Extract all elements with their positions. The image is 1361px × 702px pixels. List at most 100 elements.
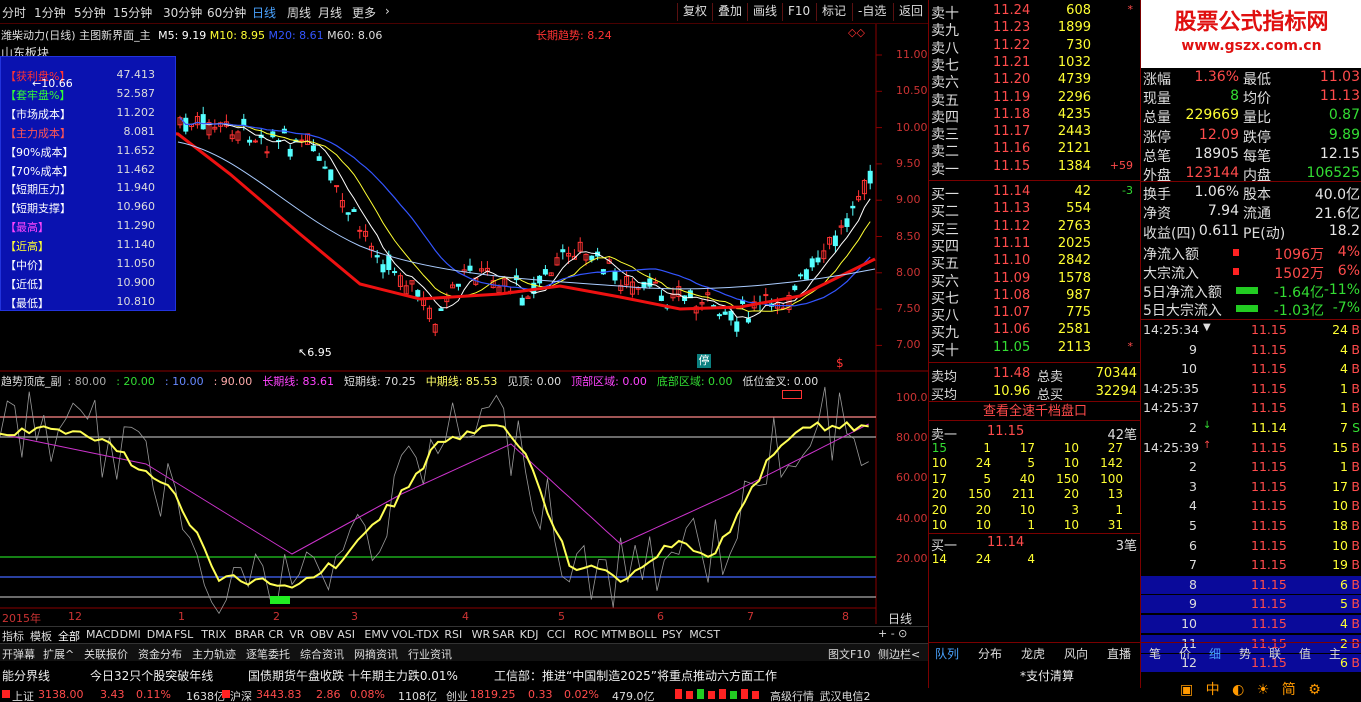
detail-tab-4[interactable]: 联 xyxy=(1269,645,1281,662)
tick-volume: 18 xyxy=(1332,518,1348,533)
fast-orderbook-button[interactable]: 查看全速千档盘口 xyxy=(929,401,1141,421)
news-item-4[interactable]: *支付清算 xyxy=(1020,667,1074,684)
zoom-buttons[interactable]: + - ⊙ xyxy=(878,627,907,640)
toolbar-btn-5[interactable]: -自选 xyxy=(852,3,886,21)
function-tab-6[interactable]: 综合资讯 xyxy=(300,646,344,662)
flow-row: 5日净流入额 -1.64亿 -11% xyxy=(1141,281,1361,301)
indicator-tab-18[interactable]: KDJ xyxy=(520,628,539,641)
diamond-icon[interactable]: ◇◇ xyxy=(848,26,865,39)
indicator-tab-22[interactable]: BOLL xyxy=(628,628,656,641)
watermark-url: www.gszx.com.cn xyxy=(1181,38,1322,54)
f10-tab[interactable]: 图文F10 xyxy=(828,646,870,662)
indicator-tab-21[interactable]: MTM xyxy=(601,628,627,641)
detail-tab-1[interactable]: 价 xyxy=(1179,645,1191,662)
chip-row: 【获利盘%】 47.413 xyxy=(5,65,175,84)
news-item-3[interactable]: 工信部：推进“中国制造2025”将重点推动六方面工作 xyxy=(494,667,777,684)
sys-tray-icons[interactable]: ▣ 中 ◐ ☀ 简 ⚙ xyxy=(1180,679,1325,699)
period-tab-3[interactable]: 15分钟 xyxy=(113,4,152,21)
quote-tab-3[interactable]: 风向 xyxy=(1064,645,1088,662)
function-tab-8[interactable]: 行业资讯 xyxy=(408,646,452,662)
chip-value: 10.960 xyxy=(116,200,156,214)
candle-body xyxy=(612,271,618,281)
indicator-tab-1[interactable]: 模板 xyxy=(30,628,52,644)
period-tab-5[interactable]: 60分钟 xyxy=(207,4,246,21)
function-tab-4[interactable]: 主力轨迹 xyxy=(192,646,236,662)
toolbar-btn-0[interactable]: 复权 xyxy=(677,3,707,21)
stat-value: 1.36% xyxy=(1194,69,1239,85)
indicator-tab-7[interactable]: TRIX xyxy=(201,628,226,641)
period-tab-6[interactable]: 日线 xyxy=(252,4,276,21)
news-item-2[interactable]: 国债期货午盘收跌 十年期主力跌0.01% xyxy=(248,667,458,684)
quote-tab-1[interactable]: 分布 xyxy=(978,645,1002,662)
candle-body xyxy=(438,308,444,312)
news-item-0[interactable]: 能分界线 xyxy=(2,667,50,684)
detail-tab-5[interactable]: 值 xyxy=(1299,645,1311,662)
s1-queue-cell: 17 xyxy=(1019,441,1035,455)
level-volume: 1578 xyxy=(1057,270,1091,286)
date-tick: 8 xyxy=(842,610,849,623)
candle-body xyxy=(316,156,322,161)
period-tab-0[interactable]: 分时 xyxy=(2,4,26,21)
toolbar-btn-6[interactable]: 返回 xyxy=(893,3,923,21)
period-tab-8[interactable]: 月线 xyxy=(318,4,342,21)
indicator-tab-23[interactable]: PSY xyxy=(662,628,682,641)
toolbar-btn-3[interactable]: F10 xyxy=(782,3,810,21)
more-arrow-icon[interactable]: › xyxy=(385,4,390,18)
detail-tab-2[interactable]: 细 xyxy=(1209,645,1221,662)
detail-tab-3[interactable]: 势 xyxy=(1239,645,1251,662)
indicator-tab-19[interactable]: CCI xyxy=(547,628,566,641)
level-price: 11.06 xyxy=(993,322,1031,338)
function-tab-1[interactable]: 扩展^ xyxy=(43,646,74,662)
quote-tab-0[interactable]: 队列 xyxy=(935,645,959,662)
function-tab-3[interactable]: 资金分布 xyxy=(138,646,182,662)
chip-key: 【中价】 xyxy=(5,259,49,272)
function-tab-5[interactable]: 逐笔委托 xyxy=(246,646,290,662)
news-item-1[interactable]: 今日32只个股突破年线 xyxy=(90,667,213,684)
indicator-tab-15[interactable]: RSI xyxy=(444,628,462,641)
indicator-tab-20[interactable]: ROC xyxy=(574,628,598,641)
indicator-tab-13[interactable]: EMV xyxy=(364,628,388,641)
indicator-tab-16[interactable]: WR xyxy=(472,628,491,641)
indicator-tab-6[interactable]: FSL xyxy=(174,628,193,641)
level-price: 11.20 xyxy=(993,72,1031,88)
quote-tab-4[interactable]: 直播 xyxy=(1107,645,1131,662)
toolbar-btn-2[interactable]: 画线 xyxy=(747,3,777,21)
indicator-tab-11[interactable]: OBV xyxy=(310,628,333,641)
indicator-tab-17[interactable]: SAR xyxy=(492,628,514,641)
toolbar-btn-1[interactable]: 叠加 xyxy=(712,3,742,21)
stats-divider xyxy=(1141,181,1361,183)
period-tab-7[interactable]: 周线 xyxy=(287,4,311,21)
sidebar-toggle[interactable]: 侧边栏< xyxy=(878,646,920,662)
chip-key: 【市场成本】 xyxy=(5,107,71,121)
indicator-tab-3[interactable]: MACD xyxy=(86,628,119,641)
period-tab-9[interactable]: 更多 xyxy=(352,4,376,21)
indicator-tab-14[interactable]: VOL-TDX xyxy=(392,628,440,641)
function-tab-2[interactable]: 关联报价 xyxy=(84,646,128,662)
indicator-tab-10[interactable]: VR xyxy=(289,628,304,641)
detail-tab-0[interactable]: 笔 xyxy=(1149,645,1161,662)
period-tab-1[interactable]: 1分钟 xyxy=(34,4,66,21)
function-tab-7[interactable]: 网摘资讯 xyxy=(354,646,398,662)
period-tab-2[interactable]: 5分钟 xyxy=(74,4,106,21)
indicator-tab-24[interactable]: MCST xyxy=(689,628,720,641)
function-tab-0[interactable]: 开弹幕 xyxy=(2,646,35,662)
flow-row: 5日大宗流入 -1.03亿 -7% xyxy=(1141,299,1361,319)
level-volume: 1384 xyxy=(1057,158,1091,174)
detail-tab-6[interactable]: 主 xyxy=(1329,645,1341,662)
chip-key: 【主力成本】 xyxy=(5,126,71,140)
indicator-tab-5[interactable]: DMA xyxy=(147,628,173,641)
toolbar-btn-4[interactable]: 标记 xyxy=(816,3,846,21)
indicator-tab-12[interactable]: ASI xyxy=(337,628,355,641)
indicator-tab-4[interactable]: DMI xyxy=(120,628,141,641)
indicator-tab-9[interactable]: CR xyxy=(268,628,283,641)
ma10-label: M10: 8.95 xyxy=(209,29,265,42)
indicator-tab-0[interactable]: 指标 xyxy=(2,628,24,644)
buy-level-8: 买九 11.06 2581 xyxy=(929,321,1141,341)
indicator-tab-8[interactable]: BRAR xyxy=(235,628,265,641)
s1-queue-row: 10 24 5 10 142 xyxy=(929,456,1141,471)
period-tab-4[interactable]: 30分钟 xyxy=(163,4,202,21)
indicator-tab-2[interactable]: 全部 xyxy=(58,628,80,644)
tick-time: 10 xyxy=(1181,616,1197,631)
quote-tab-2[interactable]: 龙虎 xyxy=(1021,645,1045,662)
s-marker-icon: $ xyxy=(836,356,844,370)
